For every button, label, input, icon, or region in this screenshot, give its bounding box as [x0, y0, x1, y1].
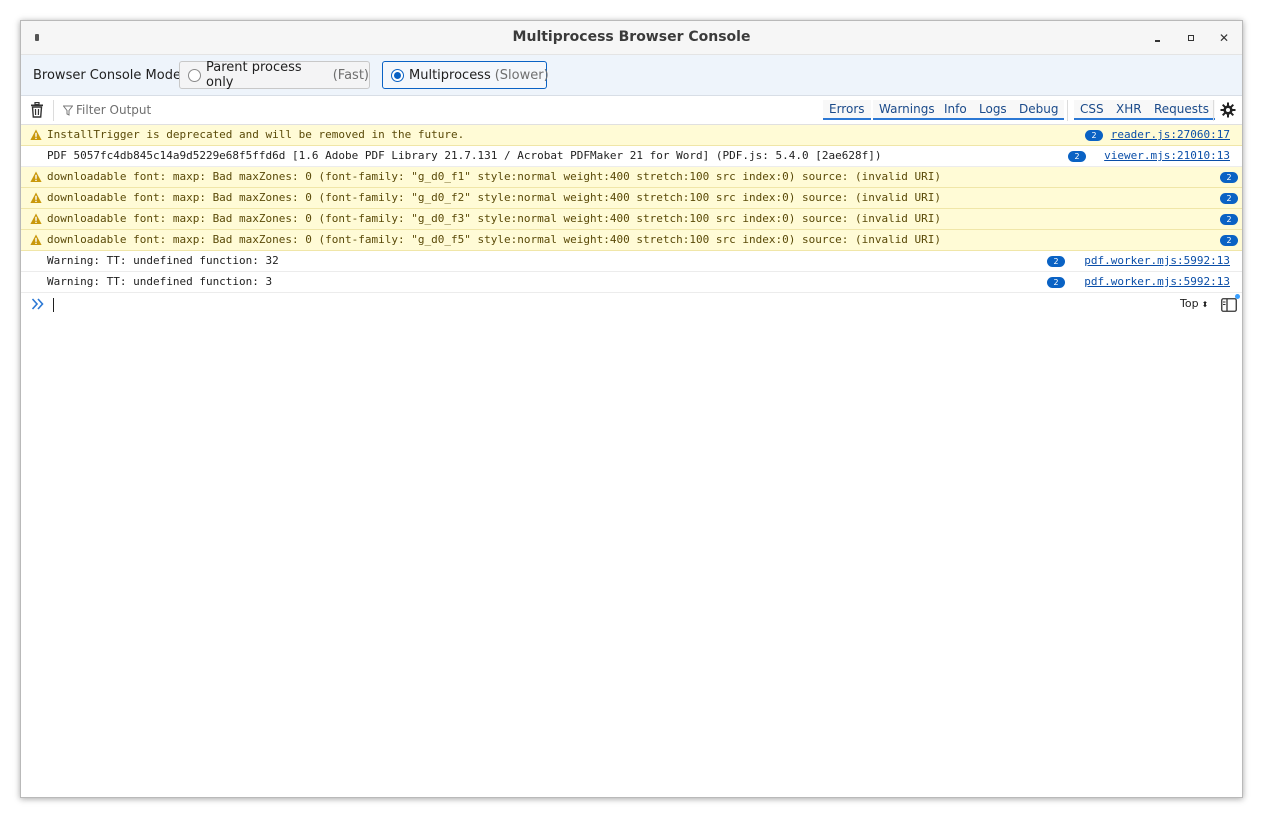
repeat-count-badge: 2	[1220, 172, 1238, 183]
filter-css-button[interactable]: CSS	[1074, 100, 1110, 120]
console-message-log[interactable]: Warning: TT: undefined function: 32 2 pd…	[21, 251, 1242, 272]
console-message-warning[interactable]: downloadable font: maxp: Bad maxZones: 0…	[21, 209, 1242, 230]
repeat-count-badge: 2	[1220, 214, 1238, 225]
repeat-count-badge: 2	[1047, 277, 1065, 288]
notification-dot	[1235, 294, 1240, 299]
close-button[interactable]: ✕	[1216, 30, 1232, 46]
mode-option-multiprocess[interactable]: Multiprocess (Slower)	[382, 61, 549, 89]
toolbar-divider	[1067, 100, 1068, 121]
mode-option-parent-process[interactable]: Parent process only (Fast)	[179, 60, 370, 90]
browser-console-window: Multiprocess Browser Console ✕ Browser C…	[20, 20, 1243, 798]
filter-xhr-button[interactable]: XHR	[1110, 100, 1148, 120]
message-source-link[interactable]: pdf.worker.mjs:5992:13	[1084, 251, 1230, 271]
warning-icon	[30, 171, 42, 182]
sidebar-icon	[1221, 298, 1237, 312]
filter-warnings-button[interactable]: Warnings	[873, 100, 941, 120]
console-input-caret[interactable]	[53, 298, 54, 312]
console-message-warning[interactable]: downloadable font: maxp: Bad maxZones: 0…	[21, 230, 1242, 251]
mode-option-hint: (Slower)	[494, 67, 549, 83]
message-text: downloadable font: maxp: Bad maxZones: 0…	[47, 191, 942, 204]
window-title: Multiprocess Browser Console	[512, 29, 751, 45]
filter-errors-button[interactable]: Errors	[823, 100, 871, 120]
message-text: Warning: TT: undefined function: 3	[47, 275, 273, 288]
sidebar-toggle-button[interactable]	[1221, 294, 1240, 312]
filter-toolbar: Filter Output Errors Warnings Info Logs …	[21, 96, 1242, 125]
repeat-count-badge: 2	[1085, 130, 1103, 141]
filter-output-placeholder: Filter Output	[76, 103, 152, 117]
message-source-link[interactable]: pdf.worker.mjs:5992:13	[1084, 272, 1230, 292]
warning-icon	[30, 213, 42, 224]
console-message-warning[interactable]: downloadable font: maxp: Bad maxZones: 0…	[21, 167, 1242, 188]
updown-arrows-icon: ⬍	[1201, 300, 1209, 309]
warning-icon	[30, 234, 42, 245]
message-source-link[interactable]: viewer.mjs:21010:13	[1104, 146, 1230, 166]
warning-icon	[30, 192, 42, 203]
evaluation-context-selector[interactable]: Top ⬍	[1180, 297, 1208, 310]
warning-icon	[30, 129, 42, 140]
console-message-log[interactable]: PDF 5057fc4db845c14a9d5229e68f5ffd6d [1.…	[21, 146, 1242, 167]
console-input-row[interactable]: Top ⬍	[21, 293, 1242, 317]
maximize-button[interactable]	[1183, 30, 1199, 46]
console-message-warning[interactable]: InstallTrigger is deprecated and will be…	[21, 125, 1242, 146]
toolbar-divider	[53, 100, 54, 121]
radio-parent-process[interactable]	[188, 68, 201, 82]
filter-info-button[interactable]: Info	[938, 100, 973, 120]
minimize-button[interactable]	[1149, 30, 1165, 46]
message-text: downloadable font: maxp: Bad maxZones: 0…	[47, 233, 942, 246]
mode-option-hint: (Fast)	[332, 67, 369, 83]
message-text: downloadable font: maxp: Bad maxZones: 0…	[47, 212, 942, 225]
console-message-log[interactable]: Warning: TT: undefined function: 3 2 pdf…	[21, 272, 1242, 293]
evaluation-context-label: Top	[1180, 297, 1199, 310]
message-text: Warning: TT: undefined function: 32	[47, 254, 279, 267]
console-mode-bar: Browser Console Mode Parent process only…	[21, 55, 1242, 96]
filter-output-input[interactable]: Filter Output	[63, 103, 151, 117]
mode-option-label: Multiprocess	[409, 67, 491, 83]
gear-icon[interactable]	[1220, 102, 1236, 118]
funnel-icon	[63, 105, 73, 116]
repeat-count-badge: 2	[1220, 235, 1238, 246]
radio-multiprocess[interactable]	[391, 68, 404, 82]
toolbar-divider	[1213, 100, 1214, 121]
console-message-warning[interactable]: downloadable font: maxp: Bad maxZones: 0…	[21, 188, 1242, 209]
console-output: InstallTrigger is deprecated and will be…	[21, 125, 1242, 293]
message-text: PDF 5057fc4db845c14a9d5229e68f5ffd6d [1.…	[47, 149, 882, 162]
message-text: downloadable font: maxp: Bad maxZones: 0…	[47, 170, 942, 183]
message-source-link[interactable]: reader.js:27060:17	[1111, 125, 1230, 145]
repeat-count-badge: 2	[1220, 193, 1238, 204]
repeat-count-badge: 2	[1047, 256, 1065, 267]
trash-icon[interactable]	[30, 102, 44, 118]
filter-debug-button[interactable]: Debug	[1013, 100, 1065, 120]
mode-option-label: Parent process only	[206, 60, 302, 90]
title-bar: Multiprocess Browser Console ✕	[21, 21, 1242, 55]
console-mode-label: Browser Console Mode	[33, 68, 181, 83]
filter-logs-button[interactable]: Logs	[973, 100, 1013, 120]
repeat-count-badge: 2	[1068, 151, 1086, 162]
filter-requests-button[interactable]: Requests	[1148, 100, 1215, 120]
message-text: InstallTrigger is deprecated and will be…	[47, 128, 465, 141]
double-chevron-right-icon	[31, 298, 44, 310]
